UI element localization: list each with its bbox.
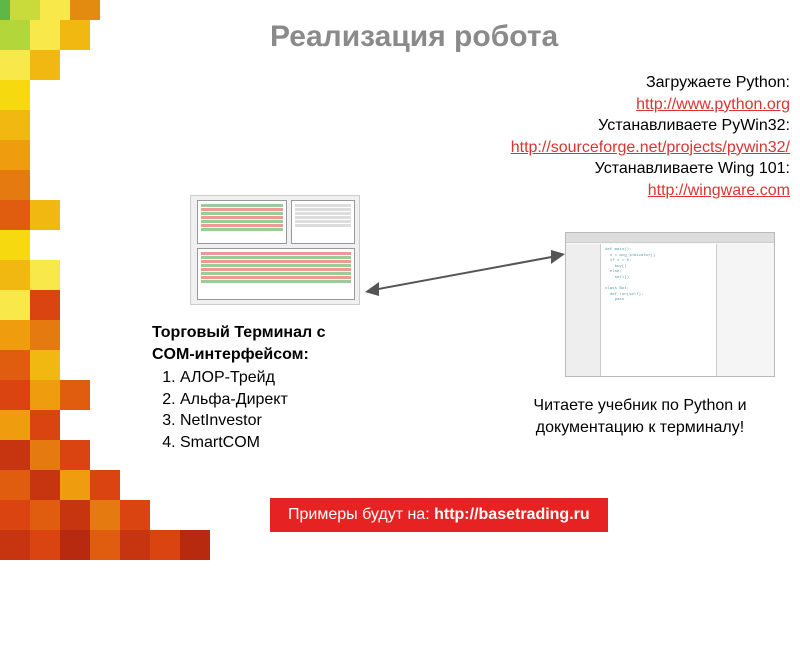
line-download-python: Загружаете Python:	[440, 72, 790, 94]
banner-url: http://basetrading.ru	[434, 506, 590, 523]
list-item: NetInvestor	[180, 410, 412, 432]
slide-title: Реализация робота	[270, 20, 558, 54]
line-install-pywin32: Устанавливаете PyWin32:	[440, 115, 790, 137]
double-arrow-icon	[365, 248, 565, 298]
terminal-screenshot	[190, 195, 360, 305]
list-item: АЛОР-Трейд	[180, 367, 412, 389]
terminal-list: АЛОР-Трейд Альфа-Директ NetInvestor Smar…	[180, 367, 412, 453]
line-install-wing: Устанавливаете Wing 101:	[440, 158, 790, 180]
read-docs-text: Читаете учебник по Python и документацию…	[490, 395, 790, 438]
banner-prefix: Примеры будут на:	[288, 506, 434, 523]
terminal-list-block: Торговый Терминал с COM-интерфейсом: АЛО…	[152, 322, 412, 454]
list-item: Альфа-Директ	[180, 389, 412, 411]
install-instructions: Загружаете Python: http://www.python.org…	[440, 72, 790, 202]
terminal-heading-1: Торговый Терминал с	[152, 322, 412, 344]
examples-banner: Примеры будут на: http://basetrading.ru	[270, 498, 608, 532]
terminal-heading-2: COM-интерфейсом:	[152, 344, 412, 366]
link-pywin32[interactable]: http://sourceforge.net/projects/pywin32/	[511, 139, 790, 156]
list-item: SmartCOM	[180, 432, 412, 454]
link-wingware[interactable]: http://wingware.com	[648, 182, 790, 199]
link-python-org[interactable]: http://www.python.org	[636, 96, 790, 113]
ide-screenshot: def main(): x = avg_indicator() if x > 0…	[565, 232, 775, 377]
